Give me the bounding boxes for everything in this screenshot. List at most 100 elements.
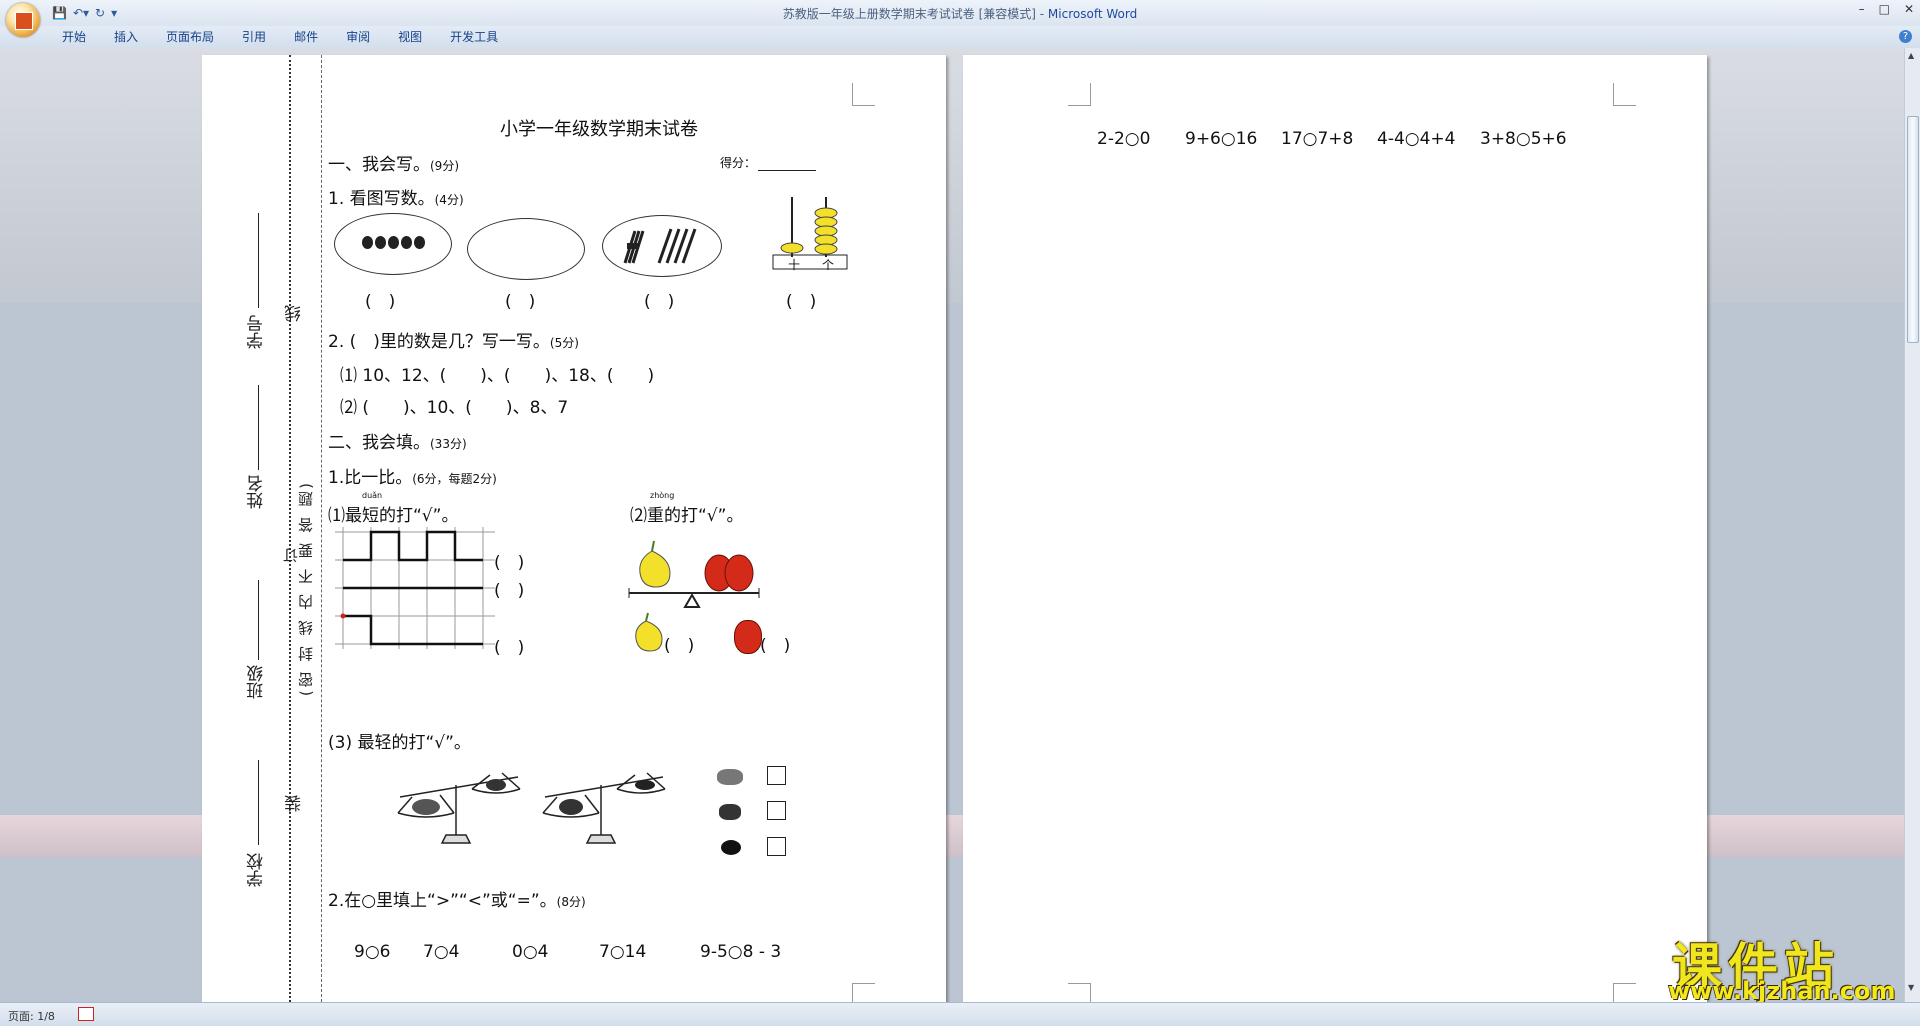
bead-icon [414,236,425,249]
score-label: 得分： [720,156,757,170]
abacus-icon [772,197,848,270]
seal-notice: (密 封 线 内 不 要 答 题) [297,480,315,697]
sub2-heading: ⑵重的打“√”。 [630,506,744,526]
window-controls: – □ ✕ [1859,2,1914,16]
answer-parens: ( ) [494,553,525,573]
binding-line [289,55,291,1002]
answer-checkbox[interactable] [767,837,786,856]
blank-line [258,385,259,470]
window-title: 苏教版一年级上册数学期末考试试卷 [兼容模式] - Microsoft Word [782,7,1138,21]
line-label: 线 [285,305,305,322]
bead-icon [388,236,399,249]
compare-item: 17○7+8 [1281,129,1354,149]
compare-item: 9-5○8 - 3 [700,942,782,962]
answer-parens: ( ) [505,292,536,312]
radish-icon [719,804,741,820]
scroll-up-icon[interactable]: ▲ [1908,51,1914,60]
answer-parens: ( ) [365,292,396,312]
tab-mailings[interactable]: 邮件 [280,29,332,45]
compare-item: 7○4 [423,942,460,962]
abacus-one-label: 个 [822,258,835,272]
scroll-thumb[interactable] [1907,116,1919,343]
scroll-down-icon[interactable]: ▼ [1908,983,1914,992]
pinyin-zhong: zhòng [650,491,675,500]
scales-figure [397,772,666,844]
title-bar: 💾 ↶▾ ↻ ▾ 苏教版一年级上册数学期末考试试卷 [兼容模式] - Micro… [0,0,1920,37]
oval-picture-empty [467,218,585,280]
answer-parens: ( ) [664,636,695,656]
tab-page-layout[interactable]: 页面布局 [152,29,228,45]
compare-item: 3+8○5+6 [1480,129,1567,149]
office-button[interactable] [6,3,40,37]
section1-heading: 一、我会写。(9分) [328,155,459,175]
q22-heading: 2.在○里填上“>”“<”或“=”。(8分) [328,891,586,911]
compare-item: 9○6 [354,942,391,962]
blank-line [258,580,259,660]
grid-figure [335,527,495,649]
document-page-1: 学号 姓名 班级 学校 线 装 (密 封 线 内 不 要 答 题) 订 小学一年… [202,55,946,1006]
school-label: 学校 [247,853,267,887]
abacus-ten-label: 十 [788,258,801,272]
proofing-icon[interactable] [78,1007,94,1021]
answer-checkbox[interactable] [767,801,786,820]
crop-mark [1613,83,1636,106]
q1-heading: 1. 看图写数。(4分) [328,189,464,209]
crop-mark [852,83,875,106]
page-indicator[interactable]: 页面: 1/8 [8,1008,55,1024]
compare-item: 9+6○16 [1185,129,1258,149]
class-label: 班级 [247,665,267,699]
ribbon: 开始 插入 页面布局 引用 邮件 审阅 视图 开发工具 ? [0,26,1920,49]
q2-heading: 2. ( )里的数是几？写一写。(5分) [328,332,579,352]
bead-icon [375,236,386,249]
student-no-label: 学号 [247,315,267,349]
cabbage-icon [717,769,743,785]
eggplant-icon [721,840,741,855]
score-blank [758,170,816,171]
name-label: 姓名 [247,475,267,509]
tab-view[interactable]: 视图 [384,29,436,45]
compare-item: 4-4○4+4 [1377,129,1456,149]
sticks-icon [623,228,697,264]
blank-line [258,760,259,845]
binding-line [321,55,322,1002]
maximize-button[interactable]: □ [1879,2,1890,16]
tab-insert[interactable]: 插入 [100,29,152,45]
document-page-2: 2-2○0 9+6○16 17○7+8 4-4○4+4 3+8○5+6 [963,55,1707,1006]
answer-parens: ( ) [644,292,675,312]
answer-checkbox[interactable] [767,766,786,785]
sub1-heading: ⑴最短的打“√”。 [328,506,459,526]
tab-review[interactable]: 审阅 [332,29,384,45]
compare-item: 7○14 [599,942,647,962]
answer-parens: ( ) [494,638,525,658]
answer-parens: ( ) [494,581,525,601]
blank-line [258,213,259,308]
q2-line1: ⑴ 10、12、( )、( )、18、( ) [340,366,655,386]
binding-label: 装 [285,795,305,812]
help-icon[interactable]: ? [1899,30,1912,43]
minimize-button[interactable]: – [1859,2,1865,16]
sub3-heading: (3) 最轻的打“√”。 [328,733,471,753]
apple-icon [734,620,762,654]
tab-developer[interactable]: 开发工具 [436,29,512,45]
status-bar: 页面: 1/8 [0,1002,1920,1026]
compare-item: 0○4 [512,942,549,962]
section2-heading: 二、我会填。(33分) [328,433,467,453]
kjzhan-watermark: 课件站 www.kjzhan.com [1662,927,1907,1005]
seal-label-ding: 订 [282,545,300,563]
crop-mark [1068,83,1091,106]
bead-icon [362,236,373,249]
pinyin-duan: duǎn [362,491,383,500]
beads-group [362,236,425,249]
tab-home[interactable]: 开始 [48,29,100,45]
exam-title: 小学一年级数学期末试卷 [500,119,698,140]
vertical-scrollbar[interactable]: ▲ ▼ [1904,48,1920,1002]
q2-line2: ⑵ ( )、10、( )、8、7 [340,398,569,418]
tab-references[interactable]: 引用 [228,29,280,45]
answer-parens: ( ) [786,292,817,312]
close-button[interactable]: ✕ [1904,2,1914,16]
answer-parens: ( ) [760,636,791,656]
office-logo-icon [15,12,33,30]
q21-heading: 1.比一比。(6分，每题2分) [328,468,497,488]
compare-item: 2-2○0 [1097,129,1151,149]
bead-icon [401,236,412,249]
